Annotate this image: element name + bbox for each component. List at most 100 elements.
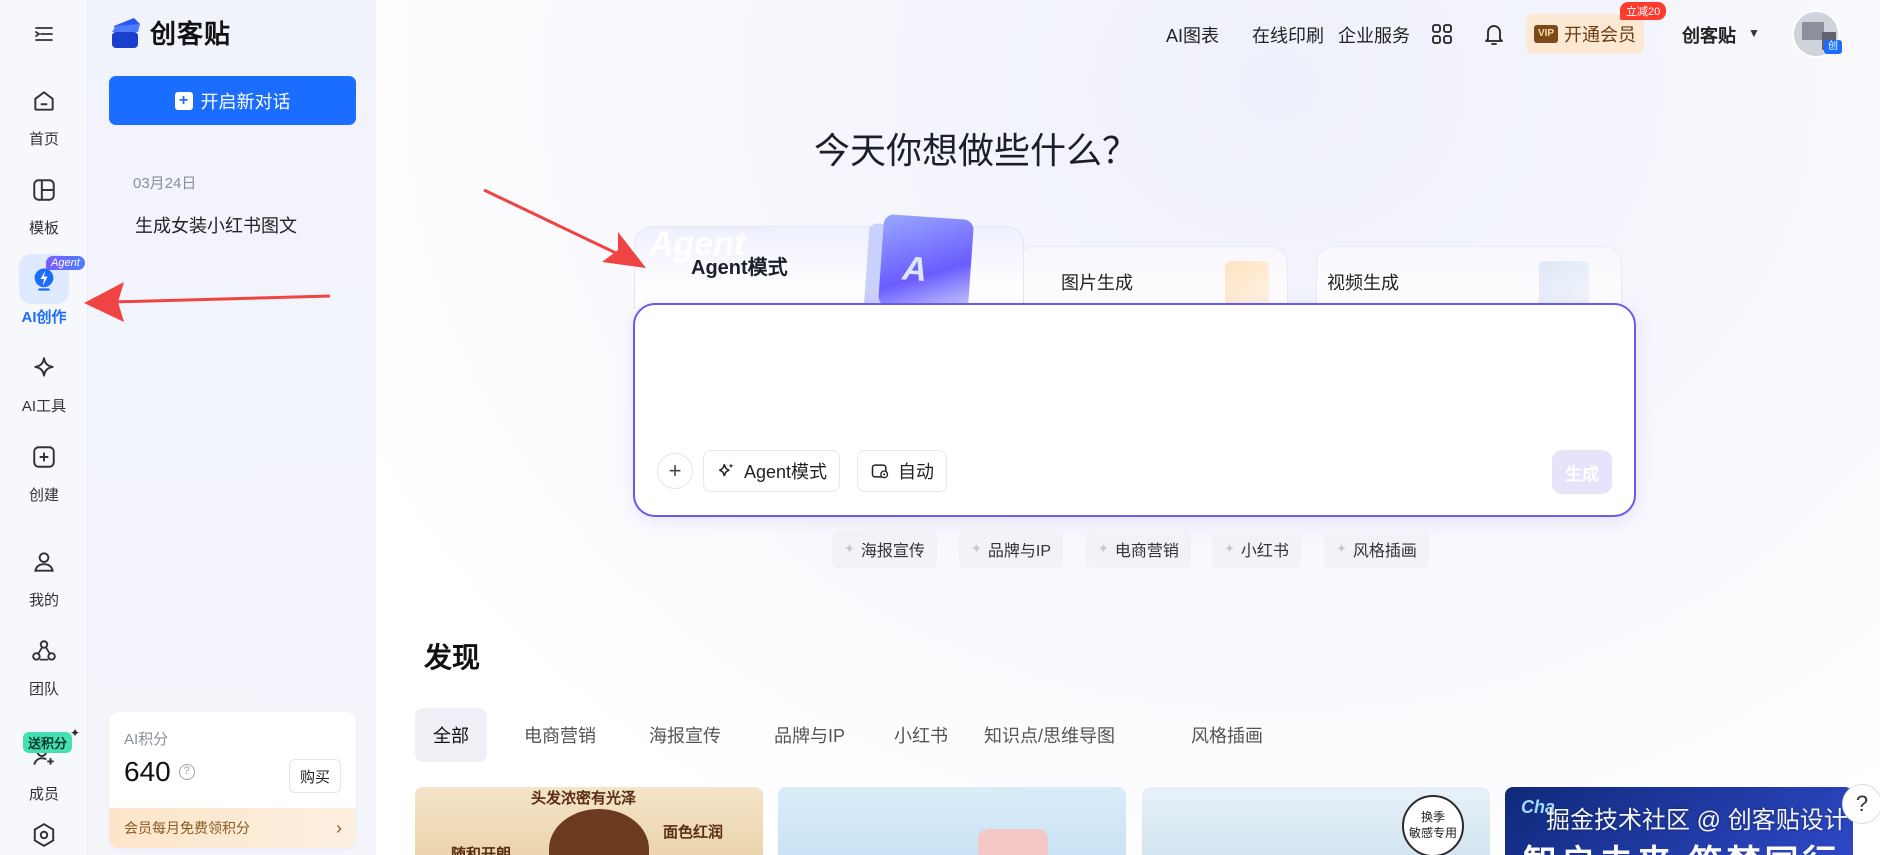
new-chat-button[interactable]: + 开启新对话 [109, 76, 356, 125]
points-value-row: 640 ? [124, 756, 195, 788]
nav-enterprise[interactable]: 企业服务 [1338, 22, 1410, 48]
prompt-input[interactable] [655, 323, 1615, 433]
user-name[interactable]: 创客贴 [1682, 22, 1736, 48]
quick-tag-label: 品牌与IP [987, 543, 1052, 560]
open-vip-button[interactable]: VIP 开通会员 [1526, 14, 1644, 54]
rail-item-templates[interactable]: 模板 [0, 165, 88, 245]
discover-card[interactable]: 头发浓密有光泽 面色红润 随和开朗 [415, 787, 763, 855]
filter-tab[interactable]: 电商营销 [506, 708, 614, 762]
card-text: 面色红润 [663, 824, 724, 841]
quick-tag-label: 海报宣传 [860, 543, 925, 560]
filter-tab[interactable]: 海报宣传 [631, 708, 739, 762]
rail-label: 创建 [28, 487, 59, 504]
buy-points-button[interactable]: 购买 [289, 759, 341, 793]
points-value: 640 [124, 756, 171, 787]
rail-label: 我的 [28, 592, 59, 609]
agent-mode-chip-label: Agent模式 [744, 462, 828, 482]
team-icon [19, 626, 69, 676]
filter-tab[interactable]: 小红书 [876, 708, 966, 762]
rail-item-settings[interactable] [0, 820, 88, 855]
rail-label: AI创作 [21, 309, 67, 326]
sparkle-small-icon: ✦ [70, 726, 81, 740]
sparkle-icon: ✦ [1224, 541, 1235, 556]
main-area: AI图表 在线印刷 企业服务 VIP 开通会员 立减20 创客贴 ▼ 创 今天你… [376, 0, 1880, 855]
tab-agent-mode[interactable]: Agent Agent模式 A [634, 213, 1024, 313]
tab-video-generation[interactable]: 视频生成 [1316, 246, 1622, 308]
brand-name: 创客贴 [150, 19, 232, 49]
quick-tag[interactable]: ✦ 海报宣传 [832, 530, 937, 568]
watermark: 掘金技术社区 @ 创客贴设计 [1546, 807, 1848, 834]
card-illustration [549, 809, 649, 855]
rail-label: 成员 [28, 786, 59, 803]
agent-badge: Agent [46, 256, 85, 270]
tab-image-label: 图片生成 [1061, 273, 1133, 293]
nav-online-print[interactable]: 在线印刷 [1252, 22, 1324, 48]
hero-title: 今天你想做些什么？ [813, 131, 1138, 172]
card-text: 随和开朗 [451, 846, 512, 855]
rail-item-ai-tools[interactable]: AI工具 [0, 343, 88, 423]
generate-button[interactable]: 生成 [1552, 450, 1612, 494]
rail-item-create[interactable]: 创建 [0, 432, 88, 512]
rail-item-mine[interactable]: 我的 [0, 537, 88, 617]
filter-tab[interactable]: 知识点/思维导图 [966, 708, 1133, 762]
plus-square-icon [19, 432, 69, 482]
vip-discount-badge: 立减20 [1620, 2, 1667, 20]
tab-agent-label: Agent模式 [691, 257, 788, 279]
quick-tag-label: 电商营销 [1114, 543, 1179, 560]
tab-image-generation[interactable]: 图片生成 [1016, 246, 1288, 308]
card-text: 智启未来 筑梦同行 [1523, 835, 1840, 855]
auto-chip[interactable]: 自动 [857, 450, 947, 492]
help-button[interactable]: ? [1842, 784, 1880, 824]
template-icon [19, 165, 69, 215]
plus-icon: + [174, 91, 193, 110]
rail-item-team[interactable]: 团队 [0, 626, 88, 706]
conversation-sidebar: 创客贴 + 开启新对话 03月24日 生成女装小红书图文 AI积分 640 ? … [88, 0, 376, 855]
attach-button[interactable]: + [657, 453, 693, 489]
rail-label: 团队 [28, 681, 59, 698]
nav-ai-chart[interactable]: AI图表 [1166, 22, 1219, 48]
agent-mode-chip[interactable]: Agent模式 [703, 450, 841, 492]
top-nav: AI图表 在线印刷 企业服务 VIP 开通会员 立减20 创客贴 ▼ 创 [1080, 0, 1880, 66]
help-circle-icon[interactable]: ? [178, 764, 195, 780]
free-points-badge: 送积分 [23, 732, 73, 753]
apps-grid-icon[interactable] [1430, 22, 1454, 51]
quick-tag[interactable]: ✦ 品牌与IP [959, 530, 1064, 568]
image-tab-illustration [1225, 261, 1269, 307]
sparkle-icon [19, 343, 69, 393]
avatar-tag: 创 [1824, 40, 1842, 54]
discover-card[interactable]: 换季 敏感专用 [1142, 787, 1490, 855]
history-item[interactable]: 生成女装小红书图文 [135, 212, 297, 238]
brand-logo[interactable]: 创客贴 [108, 14, 231, 51]
sparkle-icon: ✦ [1336, 541, 1347, 556]
settings-icon [19, 820, 69, 850]
filter-tab[interactable]: 风格插画 [1173, 708, 1281, 762]
rail-label: 模板 [28, 220, 59, 237]
card-stamp: 换季 敏感专用 [1402, 795, 1464, 855]
prompt-box: + Agent模式 自动 生成 [633, 303, 1636, 517]
auto-settings-icon [871, 464, 889, 479]
filter-tab-all[interactable]: 全部 [415, 708, 487, 762]
discover-title: 发现 [424, 642, 481, 673]
bell-icon[interactable] [1482, 21, 1506, 52]
collapse-menu-icon[interactable] [32, 22, 56, 46]
member-points-promo[interactable]: 会员每月免费领积分 › [109, 808, 356, 848]
quick-tag[interactable]: ✦ 小红书 [1212, 530, 1301, 568]
user-icon [19, 537, 69, 587]
rail-item-home[interactable]: 首页 [0, 76, 88, 156]
card-illustration [978, 829, 1048, 855]
rail-label: AI工具 [21, 398, 67, 415]
card-text: 头发浓密有光泽 [531, 790, 637, 807]
caret-down-icon[interactable]: ▼ [1748, 26, 1760, 40]
rail-label: 首页 [28, 131, 59, 148]
discover-card[interactable] [778, 787, 1126, 855]
quick-tag-label: 小红书 [1240, 543, 1289, 560]
history-date: 03月24日 [133, 175, 197, 192]
points-title: AI积分 [124, 731, 169, 748]
filter-tab[interactable]: 品牌与IP [756, 708, 863, 762]
sparkle-icon: ✦ [1098, 541, 1109, 556]
quick-tag[interactable]: ✦ 风格插画 [1324, 530, 1429, 568]
vip-label: 开通会员 [1564, 25, 1636, 45]
quick-tag-label: 风格插画 [1352, 543, 1417, 560]
auto-chip-label: 自动 [898, 462, 934, 482]
quick-tag[interactable]: ✦ 电商营销 [1086, 530, 1191, 568]
